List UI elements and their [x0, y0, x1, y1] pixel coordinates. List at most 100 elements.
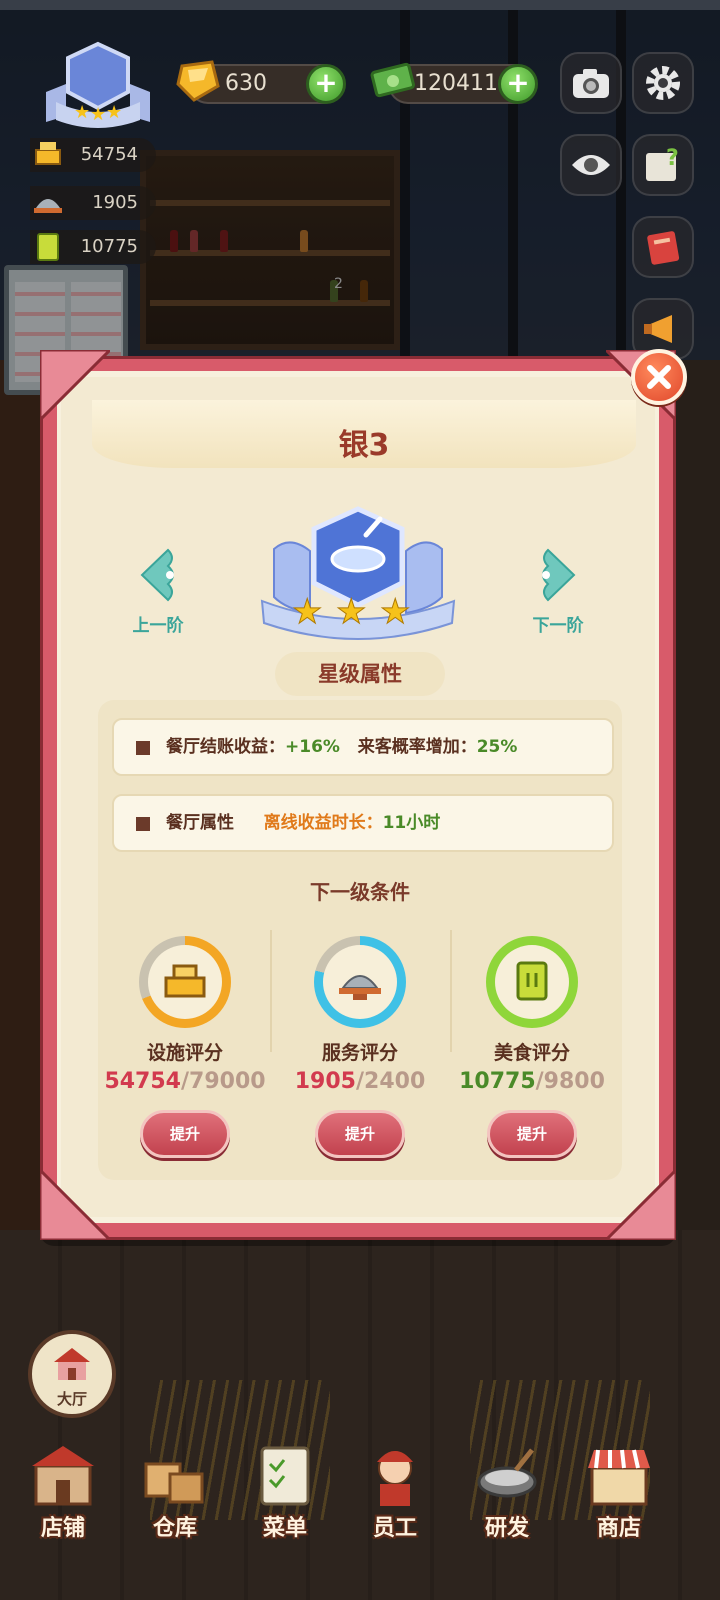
- rank-badge-icon[interactable]: ★ ★ ★: [36, 40, 160, 130]
- eye-icon: [572, 155, 610, 175]
- attribute-row-income: 餐厅结账收益：+16% 来客概率增加：25%: [112, 718, 614, 776]
- svg-text:★: ★: [74, 102, 90, 123]
- gear-icon: [646, 66, 680, 100]
- camera-button[interactable]: [560, 52, 622, 114]
- service-score-value: 1905: [92, 192, 138, 213]
- staff-icon: [377, 1451, 413, 1506]
- food-progress: 10775/9800: [447, 1069, 617, 1094]
- service-cloche-icon: [339, 975, 381, 1000]
- hall-label: 大厅: [56, 1390, 87, 1408]
- wok-icon: [477, 1448, 537, 1498]
- service-target: /2400: [355, 1069, 426, 1094]
- facility-score-row: 54754: [30, 138, 156, 172]
- guide-button[interactable]: ?: [632, 134, 694, 196]
- facility-score-value: 54754: [80, 144, 138, 165]
- close-button[interactable]: [631, 349, 687, 405]
- svg-text:★: ★: [90, 104, 106, 125]
- nav-staff[interactable]: 员工: [340, 1420, 450, 1600]
- svg-text:★: ★: [380, 592, 410, 632]
- service-score-row: 1905: [30, 186, 156, 220]
- requirement-facility: 设施评分 54754/79000 提升: [100, 936, 270, 1158]
- gem-icon: [172, 56, 222, 110]
- frame-corner-icon: [38, 1166, 114, 1242]
- food-score-value: 10775: [80, 236, 138, 257]
- progress-ring: [486, 936, 578, 1028]
- nav-label: 商店: [596, 1516, 641, 1541]
- food-book-icon: [30, 230, 66, 264]
- progress-ring: [314, 936, 406, 1028]
- next-level-conditions-title: 下一级条件: [310, 880, 410, 904]
- food-score-label: 美食评分: [493, 1042, 570, 1064]
- storefront-icon: [32, 1446, 94, 1506]
- facility-current: 54754: [104, 1069, 181, 1094]
- nav-menu[interactable]: 菜单: [230, 1420, 340, 1600]
- add-cash-button[interactable]: +: [498, 64, 538, 104]
- nav-label: 仓库: [152, 1516, 197, 1541]
- service-score-label: 服务评分: [321, 1042, 398, 1064]
- progress-ring: [139, 936, 231, 1028]
- upgrade-facility-button[interactable]: 提升: [140, 1110, 230, 1158]
- upgrade-food-button[interactable]: 提升: [487, 1110, 577, 1158]
- nav-research[interactable]: 研发: [452, 1420, 562, 1600]
- checkout-income-label: 餐厅结账收益：: [166, 737, 285, 757]
- silver-rank-emblem-icon: ★ ★ ★: [256, 505, 460, 649]
- food-target: /9800: [535, 1069, 605, 1094]
- megaphone-icon: [644, 315, 672, 343]
- attribute-row-offline: 餐厅属性 离线收益时长：11小时: [112, 794, 614, 852]
- camera-icon: [573, 69, 609, 98]
- attribute-text: 餐厅属性 离线收益时长：11小时: [166, 796, 440, 850]
- boxes-icon: [144, 1462, 204, 1504]
- facility-progress: 54754/79000: [100, 1069, 270, 1094]
- bullet-icon: [136, 741, 150, 755]
- add-gems-button[interactable]: +: [306, 64, 346, 104]
- next-tier-label: 下一阶: [532, 616, 584, 636]
- offline-income-value: 11小时: [382, 813, 441, 833]
- prev-tier-button[interactable]: 上一阶: [118, 548, 198, 636]
- recipe-book-icon: [647, 231, 680, 265]
- bullet-icon: [136, 817, 150, 831]
- nav-label: 员工: [372, 1516, 417, 1541]
- food-score-row: 10775: [30, 230, 156, 264]
- rank-title: 银3: [338, 428, 390, 463]
- star-attributes-title: 星级属性: [275, 652, 445, 696]
- requirement-service: 服务评分 1905/2400 提升: [275, 936, 445, 1158]
- settings-button[interactable]: [632, 52, 694, 114]
- requirement-food: 美食评分 10775/9800 提升: [447, 936, 617, 1158]
- service-current: 1905: [294, 1069, 356, 1094]
- arrow-left-icon: [140, 548, 174, 602]
- svg-text:★: ★: [336, 592, 366, 632]
- house-icon: [54, 1348, 90, 1380]
- nav-warehouse[interactable]: 仓库: [120, 1420, 230, 1600]
- facility-target: /79000: [180, 1069, 266, 1094]
- prev-tier-label: 上一阶: [132, 616, 184, 636]
- nav-store[interactable]: 商店: [564, 1420, 674, 1600]
- upgrade-service-button[interactable]: 提升: [315, 1110, 405, 1158]
- help-book-icon: ?: [646, 146, 679, 181]
- nav-label: 店铺: [40, 1516, 85, 1541]
- view-toggle-button[interactable]: [560, 134, 622, 196]
- clipboard-icon: [260, 1446, 310, 1506]
- svg-text:★: ★: [106, 102, 122, 123]
- visitor-rate-label: 来客概率增加：: [357, 737, 477, 757]
- svg-text:?: ?: [666, 146, 679, 171]
- cash-icon: [368, 56, 418, 110]
- offline-income-label: 离线收益时长：: [263, 813, 383, 833]
- nav-shop-front[interactable]: 店铺: [8, 1420, 118, 1600]
- hall-button[interactable]: 大厅: [28, 1330, 116, 1418]
- nav-label: 菜单: [262, 1516, 307, 1541]
- cash-value: 120411: [414, 71, 498, 96]
- visitor-rate-value: 25%: [476, 737, 518, 757]
- facility-score-label: 设施评分: [146, 1042, 223, 1064]
- arrow-right-icon: [542, 548, 576, 602]
- column-divider: [270, 930, 272, 1052]
- service-progress: 1905/2400: [275, 1069, 445, 1094]
- bottom-nav: 店铺 仓库 菜单 员工 研发 商店: [0, 1420, 720, 1600]
- next-tier-button[interactable]: 下一阶: [518, 548, 598, 636]
- recipe-book-button[interactable]: [632, 216, 694, 278]
- facility-icon: [30, 138, 66, 172]
- close-icon: [647, 365, 671, 389]
- restaurant-attr-label: 餐厅属性: [166, 813, 234, 833]
- attribute-text: 餐厅结账收益：+16% 来客概率增加：25%: [166, 720, 517, 774]
- food-current: 10775: [459, 1069, 536, 1094]
- checkout-income-value: +16%: [285, 737, 340, 757]
